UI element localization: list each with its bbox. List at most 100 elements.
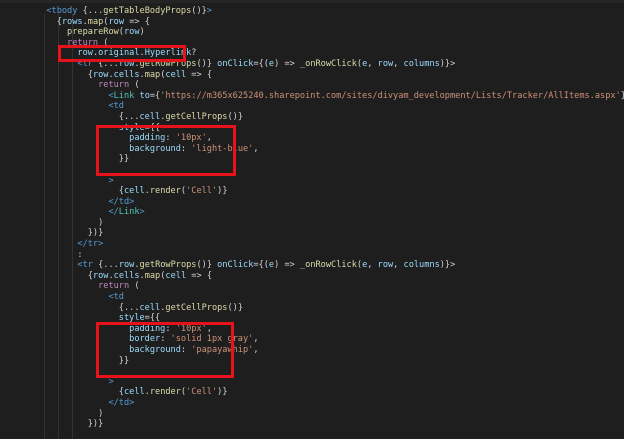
code-token: '10px' [175,133,207,144]
code-token: , [206,323,212,334]
code-token: map [87,16,104,27]
code-lines[interactable]: <tbody {...getTableBodyProps()}> {rows.m… [0,6,624,430]
code-token: )} [217,387,228,398]
code-token: return [67,37,99,48]
code-token: ={ [149,90,161,101]
code-line[interactable] [0,165,624,176]
code-line[interactable]: : [0,250,624,261]
code-token: ... [103,260,119,271]
code-line[interactable]: })} [0,228,624,239]
code-token: row [118,260,135,271]
code-token: cell [165,69,187,80]
code-line[interactable]: background: 'papayawhip', [0,345,624,356]
code-line[interactable]: style={{ [0,123,624,134]
code-line[interactable]: </tr> [0,239,624,250]
code-token: : [180,345,192,355]
code-line[interactable]: style={{ [0,313,624,324]
code-token: columns [403,260,440,271]
code-line[interactable]: <Link to={'https://m365x625240.sharepoin… [0,91,624,102]
code-line[interactable]: {cell.render('Cell')} [0,387,624,398]
code-line[interactable]: > [0,377,624,388]
code-token: border [129,334,161,345]
code-line[interactable]: <tr {...row.getRowProps()} onClick={(e) … [0,59,624,70]
code-token: getRowProps [139,260,197,271]
code-token: row [77,48,93,59]
code-line[interactable]: return ( [0,38,624,49]
code-line[interactable]: padding: '10px', [0,133,624,144]
code-token: to [139,90,150,101]
code-token: getCellProps [165,302,228,313]
code-token: , [206,133,212,144]
code-line[interactable]: </Link> [0,207,624,218]
code-line[interactable]: {row.cells.map(cell => { [0,70,624,81]
code-token: 'light-blue' [191,143,254,154]
code-line[interactable]: padding: '10px', [0,324,624,335]
code-line[interactable]: > [0,176,624,187]
code-token: { [92,260,104,271]
code-token: }} [36,154,130,165]
code-token: , [253,345,259,355]
code-token: > [139,207,145,218]
code-line[interactable]: row.original.Hyperlink? [0,48,624,59]
code-token: render [149,387,181,398]
code-token: }} [36,355,130,366]
code-token: row [108,16,125,27]
code-line[interactable]: ) [0,218,624,229]
code-line[interactable]: {rows.map(row => { [0,17,624,28]
code-token: return [98,281,130,292]
code-line[interactable]: {...cell.getCellProps()} [0,112,624,123]
code-token: { [36,186,124,197]
code-token: : [160,334,171,345]
code-token: getCellProps [165,111,228,122]
code-line[interactable]: }} [0,356,624,367]
code-token: <td [108,292,124,303]
code-line[interactable]: border: 'solid 1px gray', [0,334,624,345]
code-token: { [36,16,62,27]
code-line[interactable]: return ( [0,80,624,91]
code-line[interactable]: </td> [0,197,624,208]
code-token: padding [129,133,166,144]
code-token: : [36,249,83,260]
code-line[interactable]: prepareRow(row) [0,27,624,38]
code-line[interactable]: <td [0,101,624,112]
code-line[interactable]: ) [0,409,624,420]
code-token: ) [36,217,104,228]
code-line[interactable]: {row.cells.map(cell => { [0,271,624,282]
code-token: ) [139,27,145,38]
code-token: ( [129,80,140,91]
code-token: , [253,143,259,154]
code-token: <tr [77,260,93,271]
code-token: Hyperlink [144,48,192,59]
code-token: , [393,58,404,69]
code-token: ) => [274,58,300,69]
code-line[interactable]: background: 'light-blue', [0,144,624,155]
code-token: > [108,175,114,186]
code-token: { [77,6,88,16]
code-token: onClick [217,260,254,271]
code-editor[interactable]: <tbody {...getTableBodyProps()}> {rows.m… [0,0,624,439]
code-token: : [165,323,176,334]
code-line[interactable]: </td> [0,398,624,409]
code-line[interactable]: <td [0,292,624,303]
code-line[interactable]: <tr {...row.getRowProps()} onClick={(e) … [0,260,624,271]
code-line[interactable]: return ( [0,281,624,292]
code-token: onClick [217,58,254,69]
code-line[interactable]: })} [0,419,624,430]
code-line[interactable]: {cell.render('Cell')} [0,186,624,197]
code-token: return [98,80,130,91]
code-line[interactable]: }} [0,154,624,165]
code-line[interactable] [0,366,624,377]
code-token: })} [36,228,104,239]
code-token: : [165,133,176,144]
code-token: ={( [253,260,269,271]
code-line[interactable]: {...cell.getCellProps()} [0,303,624,314]
code-line[interactable]: <tbody {...getTableBodyProps()}> [0,6,624,17]
code-token: ... [123,111,140,122]
